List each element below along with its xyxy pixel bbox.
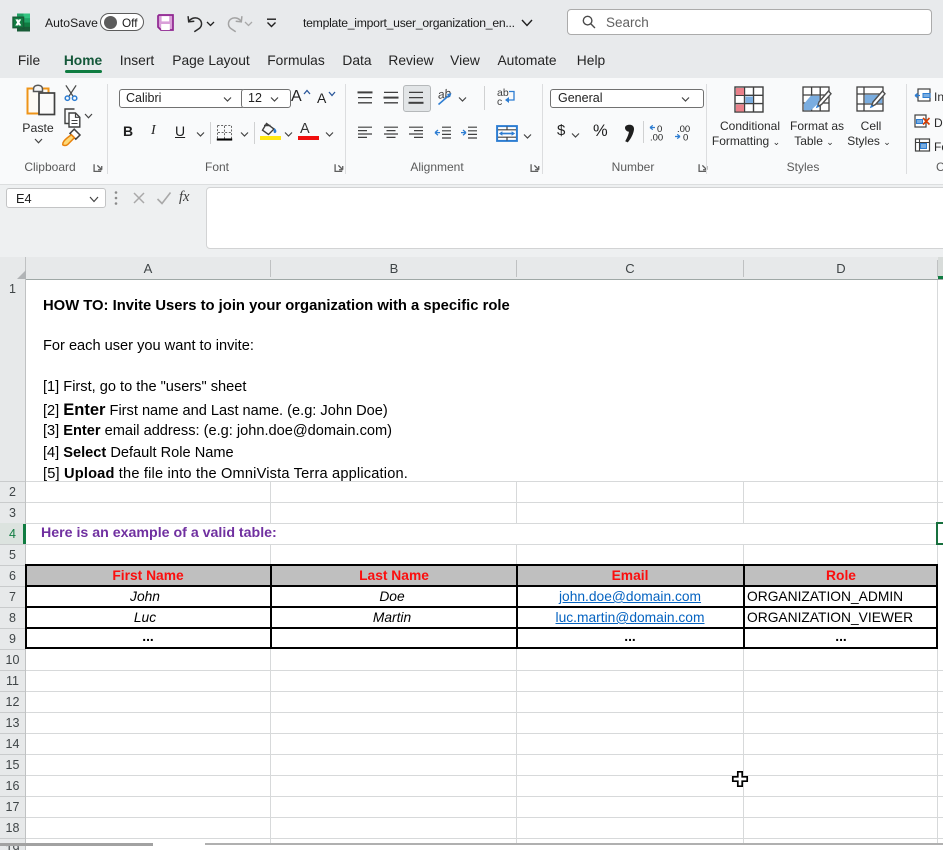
svg-text:.00: .00 [650, 133, 663, 142]
svg-text:c: c [497, 96, 502, 106]
svg-text:0: 0 [683, 133, 688, 142]
